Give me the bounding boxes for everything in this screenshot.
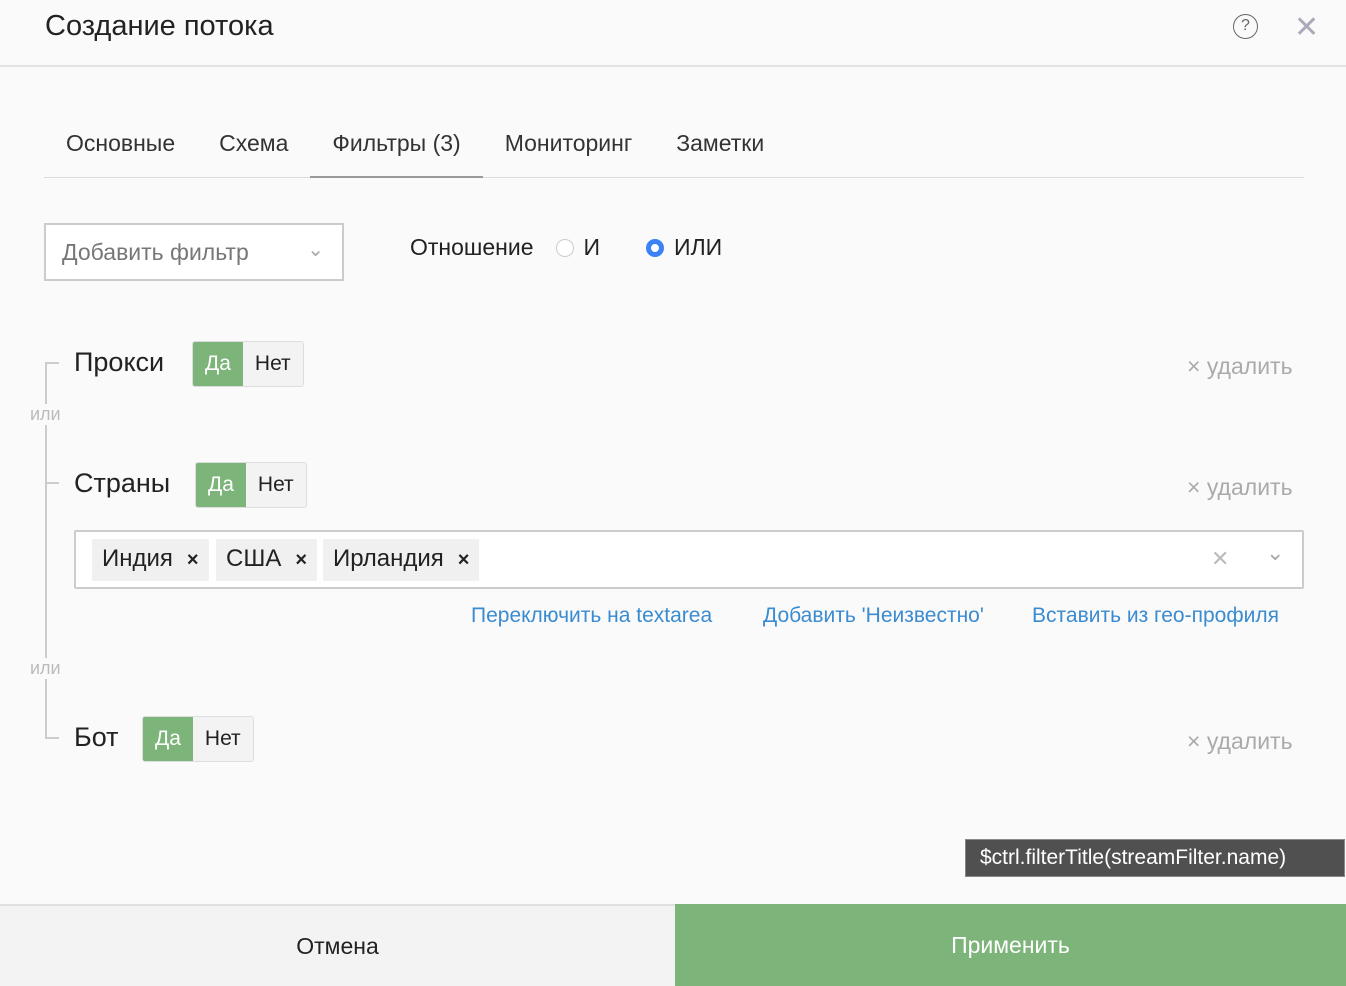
delete-proxy-filter[interactable]: × удалить [1187,353,1293,380]
no-button[interactable]: Нет [242,342,303,386]
tag-remove-icon[interactable]: × [295,549,307,571]
relation-label: Отношение [410,234,534,260]
radio-and-label[interactable]: И [584,234,601,261]
radio-or[interactable] [646,238,665,257]
or-label: или [30,658,61,679]
cancel-button[interactable]: Отмена [0,904,675,986]
tab-bar: Основные Схема Фильтры (3) Мониторинг За… [44,125,1304,178]
tag-remove-icon[interactable]: × [187,549,199,571]
close-icon[interactable]: ✕ [1294,10,1319,45]
filter-bot-toggle: Да Нет [142,716,254,762]
yes-button[interactable]: Да [196,463,246,507]
tag-india: Индия × [92,539,209,581]
tooltip: $ctrl.filterTitle(streamFilter.name) [965,839,1345,877]
no-button[interactable]: Нет [192,717,253,761]
clear-icon[interactable]: ✕ [1211,546,1229,572]
tag-label: США [226,545,282,572]
no-button[interactable]: Нет [245,463,306,507]
tree-hook [45,362,59,364]
apply-button[interactable]: Применить [675,904,1346,986]
tab-schema[interactable]: Схема [197,125,310,178]
chevron-down-icon[interactable]: ⌄ [1266,540,1284,566]
help-icon[interactable]: ? [1233,14,1258,39]
add-unknown-link[interactable]: Добавить 'Неизвестно' [763,604,984,628]
tag-label: Индия [102,545,173,572]
insert-geo-profile-link[interactable]: Вставить из гео-профиля [1032,604,1279,628]
chevron-down-icon: ⌄ [307,239,324,261]
filter-countries-toggle: Да Нет [195,462,307,508]
dialog-title: Создание потока [45,10,274,42]
add-filter-placeholder: Добавить фильтр [62,239,249,265]
filter-bot-label: Бот [74,722,119,752]
tab-monitoring[interactable]: Мониторинг [483,125,655,178]
add-filter-select[interactable]: Добавить фильтр ⌄ [44,223,344,281]
radio-or-label[interactable]: ИЛИ [674,234,722,261]
delete-bot-filter[interactable]: × удалить [1187,728,1293,755]
tag-remove-icon[interactable]: × [458,549,470,571]
tag-ireland: Ирландия × [323,539,480,581]
countries-tag-input[interactable]: Индия × США × Ирландия × ✕ ⌄ [74,530,1304,589]
tag-label: Ирландия [333,545,444,572]
tab-filters[interactable]: Фильтры (3) [310,125,483,178]
tag-usa: США × [216,539,318,581]
yes-button[interactable]: Да [143,717,193,761]
filter-proxy-label: Прокси [74,347,165,377]
or-label: или [30,404,61,425]
switch-textarea-link[interactable]: Переключить на textarea [471,604,712,628]
filter-countries-label: Страны [74,468,171,498]
tree-hook [45,737,59,739]
yes-button[interactable]: Да [193,342,243,386]
tab-main[interactable]: Основные [44,125,197,178]
tab-notes[interactable]: Заметки [654,125,786,178]
relation-group: Отношение И ИЛИ [410,234,722,261]
tree-hook [45,482,59,484]
filter-proxy-toggle: Да Нет [192,341,304,387]
radio-and[interactable] [555,238,574,257]
delete-countries-filter[interactable]: × удалить [1187,474,1293,501]
